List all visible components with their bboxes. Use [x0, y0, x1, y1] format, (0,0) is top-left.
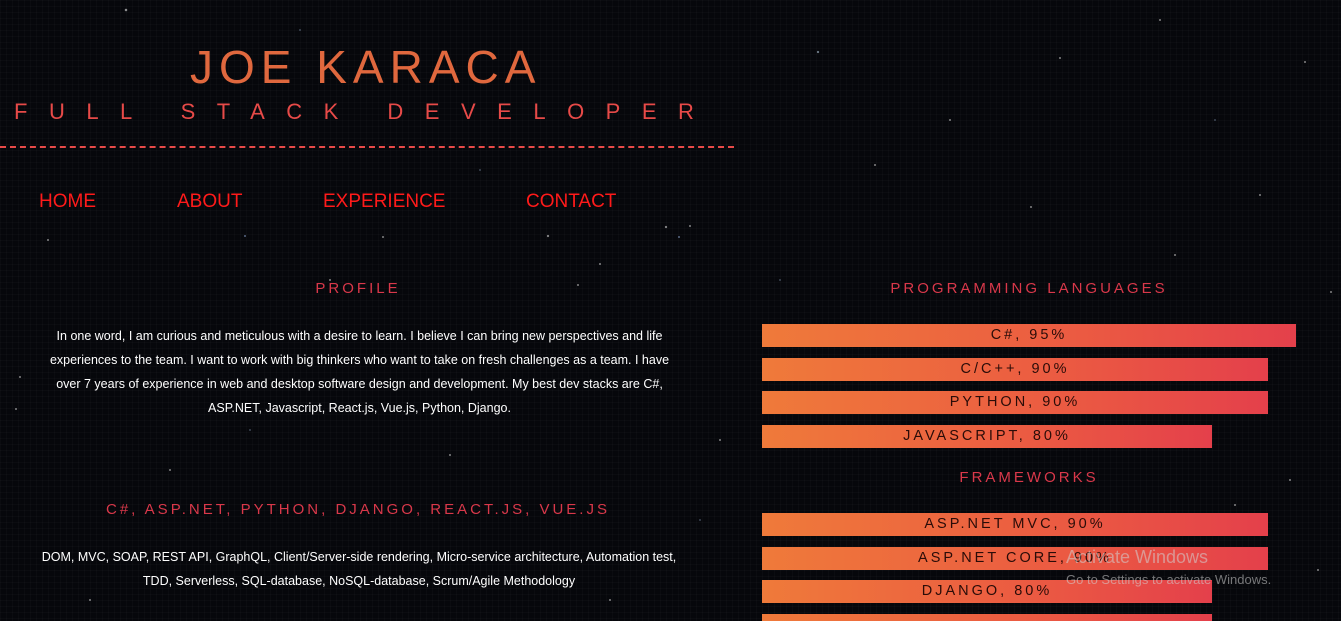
languages-heading: PROGRAMMING LANGUAGES — [890, 280, 1168, 297]
skill-label: JAVASCRIPT, 80% — [903, 428, 1071, 444]
skill-bar-aspnet-mvc: ASP.NET MVC, 90% — [762, 513, 1268, 536]
stacks-heading: C#, ASP.NET, PYTHON, DJANGO, REACT.JS, V… — [106, 501, 610, 518]
skill-bar-javascript: JAVASCRIPT, 80% — [762, 425, 1212, 448]
nav-home-link[interactable]: HOME — [39, 191, 96, 213]
profile-heading: PROFILE — [315, 280, 401, 297]
watermark-subtitle: Go to Settings to activate Windows. — [1066, 572, 1272, 587]
page: JOE KARACA FULL STACK DEVELOPER HOME ABO… — [0, 0, 1341, 621]
skill-label: PYTHON, 90% — [949, 394, 1081, 410]
skill-bar-partial — [762, 614, 1212, 621]
skill-label: ASP.NET MVC, 90% — [924, 516, 1106, 532]
watermark-title: Activate Windows — [1066, 547, 1209, 567]
site-subtitle: FULL STACK DEVELOPER — [14, 99, 716, 124]
profile-text: In one word, I am curious and meticulous… — [49, 329, 670, 415]
skill-label: C/C++, 90% — [960, 361, 1070, 377]
skill-bar-python: PYTHON, 90% — [762, 391, 1268, 414]
nav-contact-link[interactable]: CONTACT — [526, 191, 616, 213]
skill-label: C#, 95% — [990, 327, 1068, 343]
nav-experience-link[interactable]: EXPERIENCE — [323, 191, 445, 213]
skill-bar-csharp: C#, 95% — [762, 324, 1296, 347]
stacks-text: DOM, MVC, SOAP, REST API, GraphQL, Clien… — [41, 550, 677, 588]
header-divider — [0, 146, 734, 148]
activate-windows-watermark: Activate Windows Go to Settings to activ… — [1066, 546, 1271, 589]
skill-bar-c-cpp: C/C++, 90% — [762, 358, 1268, 381]
nav-about-link[interactable]: ABOUT — [177, 191, 242, 213]
site-name: JOE KARACA — [190, 41, 542, 93]
frameworks-heading: FRAMEWORKS — [959, 469, 1099, 486]
